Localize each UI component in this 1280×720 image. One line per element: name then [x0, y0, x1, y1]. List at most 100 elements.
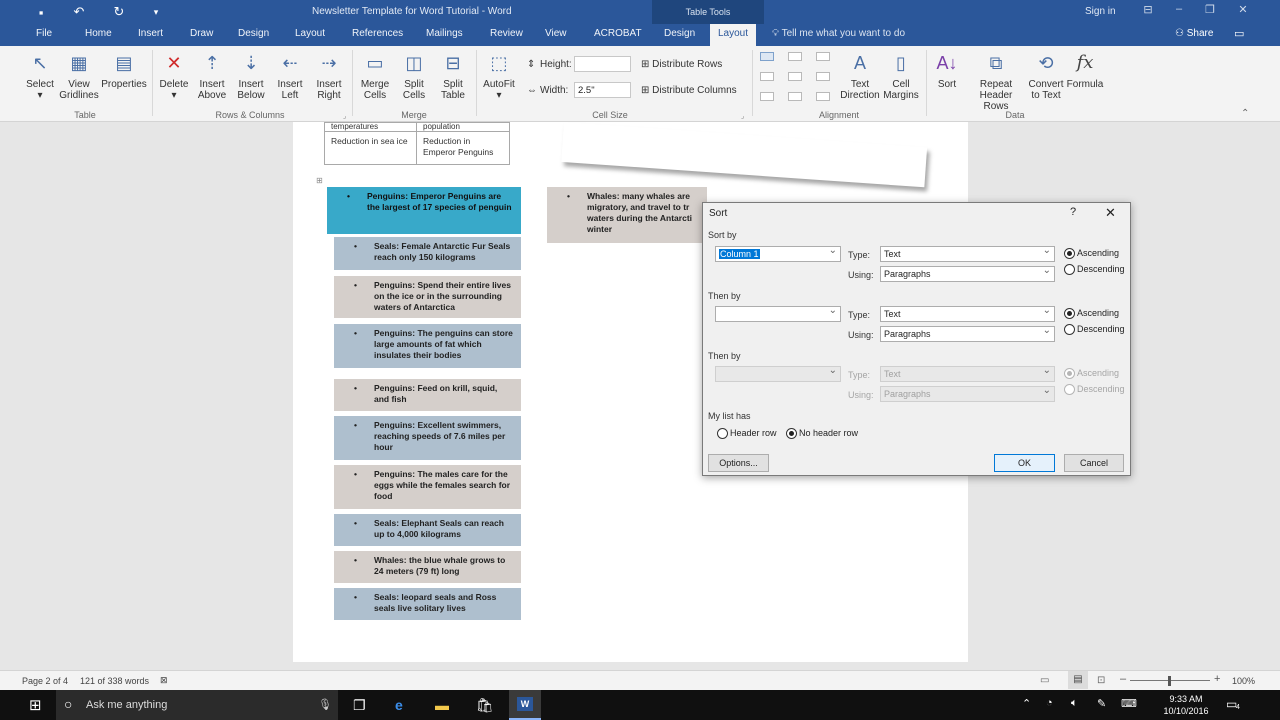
share-button[interactable]: ⚇ Share	[1175, 28, 1213, 39]
sort-by-descending-radio[interactable]: Descending	[1064, 264, 1125, 275]
align-top-right-icon[interactable]	[816, 52, 830, 61]
tab-layout[interactable]: Layout	[295, 28, 325, 39]
tab-table-design[interactable]: Design	[664, 28, 695, 39]
split-table-button[interactable]: ⊟ Split Table	[436, 50, 470, 101]
sort-by-select[interactable]: Column 1	[715, 245, 841, 262]
ok-button[interactable]: OK	[994, 454, 1055, 472]
tab-mailings[interactable]: Mailings	[426, 28, 463, 39]
insert-above-button[interactable]: ⇡ Insert Above	[195, 50, 229, 101]
store-icon[interactable]: 🛍︎	[476, 697, 494, 714]
height-input[interactable]	[574, 56, 631, 72]
list-item[interactable]: Penguins: The penguins can store large a…	[334, 324, 521, 368]
split-cells-button[interactable]: ◫ Split Cells	[397, 50, 431, 101]
text-direction-button[interactable]: A Text Direction	[838, 50, 882, 101]
undo-icon[interactable]: ↶	[67, 0, 91, 24]
tab-draw[interactable]: Draw	[190, 28, 213, 39]
pen-icon[interactable]: ✎	[1097, 697, 1106, 710]
convert-to-text-button[interactable]: ⟲ Convert to Text	[1026, 50, 1066, 101]
network-icon[interactable]: ◔	[1046, 697, 1053, 709]
formula-button[interactable]: fx Formula	[1066, 50, 1104, 90]
tab-review[interactable]: Review	[490, 28, 523, 39]
then-by-descending-radio[interactable]: Descending	[1064, 324, 1125, 335]
file-explorer-icon[interactable]: ▬	[435, 697, 449, 713]
no-header-row-radio[interactable]: No header row	[786, 428, 858, 439]
tab-file[interactable]: File	[36, 28, 52, 39]
volume-icon[interactable]: 🔈︎	[1071, 697, 1078, 710]
list-item[interactable]: Penguins: Spend their entire lives on th…	[334, 276, 521, 318]
cancel-button[interactable]: Cancel	[1064, 454, 1124, 472]
read-mode-icon[interactable]: ▭	[1040, 675, 1049, 686]
properties-button[interactable]: ▤ Properties	[101, 50, 147, 90]
sort-by-using-select[interactable]: Paragraphs	[880, 265, 1055, 282]
print-layout-icon[interactable]: ▤	[1068, 671, 1088, 689]
ribbon-display-icon[interactable]: ⊟	[1139, 3, 1157, 19]
show-hidden-icons-icon[interactable]: ⌃	[1022, 697, 1031, 710]
tab-references[interactable]: References	[352, 28, 403, 39]
minimize-button[interactable]: –	[1170, 3, 1188, 19]
view-gridlines-button[interactable]: ▦ View Gridlines	[58, 50, 100, 101]
dialog-launcher-icon[interactable]: ⌟	[343, 112, 346, 120]
insert-left-button[interactable]: ⇠ Insert Left	[273, 50, 307, 101]
insert-below-button[interactable]: ⇣ Insert Below	[234, 50, 268, 101]
align-bottom-right-icon[interactable]	[816, 92, 830, 101]
windows-start-icon[interactable]: ⊞	[29, 696, 42, 714]
align-center-icon[interactable]	[788, 72, 802, 81]
distribute-rows-button[interactable]: ⊞ Distribute Rows	[641, 59, 722, 70]
then-by-type-select[interactable]: Text	[880, 305, 1055, 322]
cell-margins-button[interactable]: ▯ Cell Margins	[882, 50, 920, 101]
autofit-button[interactable]: ⬚ AutoFit ▾	[481, 50, 517, 101]
table-cell[interactable]: Reduction in sea ice	[324, 131, 417, 165]
repeat-header-rows-button[interactable]: ⧉ Repeat Header Rows	[966, 50, 1026, 112]
list-item[interactable]: Seals: Elephant Seals can reach up to 4,…	[334, 514, 521, 546]
options-button[interactable]: Options...	[708, 454, 769, 472]
select-button[interactable]: ↖ Select ▾	[24, 50, 56, 101]
align-center-left-icon[interactable]	[760, 72, 774, 81]
align-top-center-icon[interactable]	[788, 52, 802, 61]
list-item[interactable]: Penguins: The males care for the eggs wh…	[334, 465, 521, 509]
zoom-out-icon[interactable]: –	[1120, 673, 1126, 685]
sort-by-ascending-radio[interactable]: Ascending	[1064, 248, 1119, 259]
list-item[interactable]: Seals: leopard seals and Ross seals live…	[334, 588, 521, 620]
sign-in-link[interactable]: Sign in	[1085, 6, 1116, 17]
save-icon[interactable]: ▪	[29, 0, 53, 24]
tab-insert[interactable]: Insert	[138, 28, 163, 39]
delete-button[interactable]: ✕ Delete ▾	[157, 50, 191, 101]
list-item[interactable]: Seals: Female Antarctic Fur Seals reach …	[334, 237, 521, 270]
close-button[interactable]: ✕	[1234, 3, 1252, 19]
dialog-launcher-icon[interactable]: ⌟	[741, 112, 744, 120]
dialog-close-button[interactable]: ✕	[1105, 205, 1116, 221]
insert-right-button[interactable]: ⇢ Insert Right	[312, 50, 346, 101]
tab-design[interactable]: Design	[238, 28, 269, 39]
customize-qat-icon[interactable]: ▾	[144, 0, 168, 24]
help-button[interactable]: ?	[1070, 206, 1076, 218]
redo-icon[interactable]: ↻	[107, 0, 131, 24]
keyboard-icon[interactable]: ⌨	[1121, 697, 1137, 710]
tell-me-search[interactable]: 💡︎ Tell me what you want to do	[772, 28, 905, 39]
table-move-handle-icon[interactable]: ⊞	[316, 176, 323, 185]
page-count[interactable]: Page 2 of 4	[22, 676, 68, 686]
proofing-icon[interactable]: ⊠	[160, 675, 168, 686]
task-view-icon[interactable]: ❐	[353, 697, 366, 714]
align-center-right-icon[interactable]	[816, 72, 830, 81]
merge-cells-button[interactable]: ▭ Merge Cells	[357, 50, 393, 101]
word-count[interactable]: 121 of 338 words	[80, 676, 149, 686]
microphone-icon[interactable]: 🎙︎	[318, 698, 332, 711]
sort-by-type-select[interactable]: Text	[880, 245, 1055, 262]
maximize-button[interactable]: ❐	[1201, 3, 1219, 19]
collapse-ribbon-icon[interactable]: ⌃	[1241, 108, 1249, 119]
list-item[interactable]: Penguins: Excellent swimmers, reaching s…	[334, 416, 521, 460]
web-layout-icon[interactable]: ⊡	[1097, 675, 1105, 686]
zoom-in-icon[interactable]: +	[1214, 673, 1220, 685]
zoom-level[interactable]: 100%	[1232, 676, 1255, 686]
then-by-using-select[interactable]: Paragraphs	[880, 325, 1055, 342]
align-bottom-left-icon[interactable]	[760, 92, 774, 101]
list-item[interactable]: Penguins: Feed on krill, squid, and fish	[334, 379, 521, 411]
clock[interactable]: 9:33 AM 10/10/2016	[1160, 693, 1212, 717]
width-input[interactable]: 2.5"	[574, 82, 631, 98]
align-bottom-center-icon[interactable]	[788, 92, 802, 101]
header-row-radio[interactable]: Header row	[717, 428, 777, 439]
zoom-slider-thumb[interactable]	[1168, 676, 1171, 686]
table-cell[interactable]: Reduction in Emperor Penguins	[416, 131, 510, 165]
word-taskbar-button[interactable]: W	[509, 690, 541, 720]
tab-table-layout[interactable]: Layout	[710, 24, 757, 46]
